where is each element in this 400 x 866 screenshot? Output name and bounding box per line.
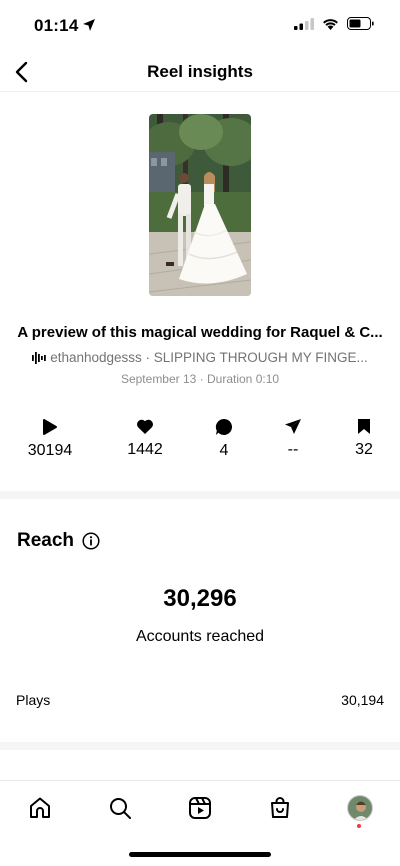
stat-shares: -- xyxy=(263,418,323,459)
tab-bar xyxy=(0,780,400,866)
status-time: 01:14 xyxy=(34,16,79,35)
reel-thumbnail-image xyxy=(149,114,251,296)
location-arrow-icon xyxy=(83,19,95,31)
stat-plays: 30194 xyxy=(20,418,80,460)
wifi-icon xyxy=(323,18,338,30)
tab-home[interactable] xyxy=(20,793,60,823)
stat-saves: 32 xyxy=(334,418,394,459)
bookmark-icon xyxy=(358,419,370,434)
reel-title: A preview of this magical wedding for Ra… xyxy=(17,324,383,341)
play-icon xyxy=(43,419,57,435)
engagement-stats: 30194 1442 4 -- 32 xyxy=(0,418,400,466)
reel-meta: September 13 · Duration 0:10 xyxy=(120,372,280,386)
reach-label: Accounts reached xyxy=(135,628,265,645)
stat-comments-value: 4 xyxy=(219,442,229,459)
reach-title: Reach xyxy=(17,530,75,551)
plays-row: Plays 30,194 xyxy=(16,692,384,708)
reel-audio-label: ethanhodgesss · SLIPPING THROUGH MY FING… xyxy=(50,350,368,365)
battery-icon xyxy=(347,17,374,30)
home-icon xyxy=(30,797,50,818)
stat-comments: 4 xyxy=(194,418,254,460)
send-icon xyxy=(285,419,301,434)
status-indicators xyxy=(294,17,374,30)
comment-icon xyxy=(215,418,233,435)
status-bar: 01:14 xyxy=(0,0,400,52)
tab-search[interactable] xyxy=(100,793,140,823)
avatar-image xyxy=(348,796,372,820)
stat-likes: 1442 xyxy=(115,418,175,459)
stat-shares-value: -- xyxy=(287,441,299,458)
tab-profile[interactable] xyxy=(340,793,380,823)
reach-header: Reach xyxy=(17,530,100,552)
avatar xyxy=(347,795,373,821)
reel-audio[interactable]: ethanhodgesss · SLIPPING THROUGH MY FING… xyxy=(16,350,384,365)
stat-plays-value: 30194 xyxy=(27,442,73,459)
reel-thumbnail[interactable] xyxy=(149,114,251,296)
info-icon[interactable] xyxy=(82,532,100,550)
nav-bar: Reel insights xyxy=(0,52,400,92)
signal-icon xyxy=(294,17,314,30)
notification-dot xyxy=(357,824,361,828)
section-divider xyxy=(0,491,400,499)
audio-waveform-icon xyxy=(32,351,46,364)
stat-likes-value: 1442 xyxy=(127,441,163,458)
plays-label: Plays xyxy=(16,692,51,708)
home-indicator xyxy=(129,852,271,857)
stat-saves-value: 32 xyxy=(355,441,373,458)
page-title: Reel insights xyxy=(147,62,253,81)
reels-icon xyxy=(189,797,211,819)
heart-icon xyxy=(137,419,153,434)
search-icon xyxy=(110,798,131,819)
reach-value: 30,296 xyxy=(163,585,237,612)
plays-value: 30,194 xyxy=(341,692,384,708)
shop-icon xyxy=(271,797,289,818)
tab-shop[interactable] xyxy=(260,793,300,823)
section-divider xyxy=(0,742,400,750)
tab-reels[interactable] xyxy=(180,793,220,823)
